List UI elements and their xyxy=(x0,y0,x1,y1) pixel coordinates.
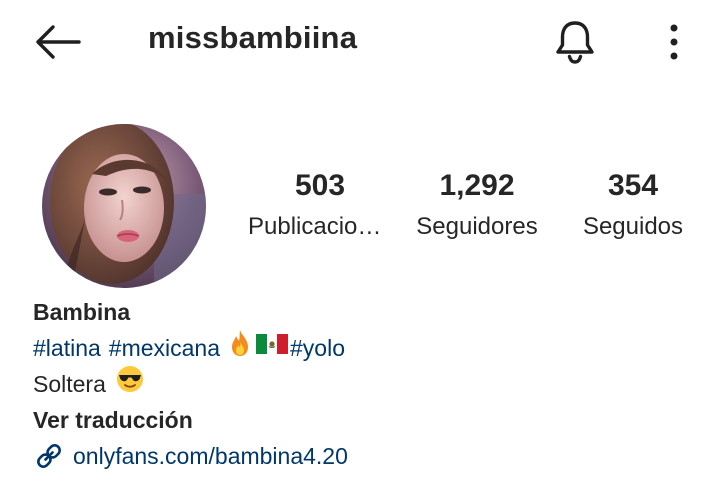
following-count: 354 xyxy=(607,169,659,202)
followers-count: 1,292 xyxy=(439,169,515,202)
hashtag-link[interactable]: #mexicana xyxy=(109,330,220,366)
top-bar: missbambiina xyxy=(0,0,720,84)
display-name: Bambina xyxy=(33,299,131,325)
hashtag-link[interactable]: #yolo xyxy=(290,330,345,366)
more-options-button[interactable] xyxy=(652,18,696,66)
bio-status-line: Soltera xyxy=(33,366,348,402)
bio-link-line: onlyfans.com/bambina4.20 xyxy=(33,438,348,474)
followers-count-stat[interactable]: 1,292 Seguidores xyxy=(406,166,548,244)
bio-translate-line: Ver traducción xyxy=(33,402,348,438)
fire-emoji-icon xyxy=(228,329,252,367)
more-vertical-icon xyxy=(670,24,678,60)
status-text: Soltera xyxy=(33,371,106,397)
profile-avatar[interactable] xyxy=(42,124,206,288)
see-translation-button[interactable]: Ver traducción xyxy=(33,402,193,438)
followers-label: Seguidores xyxy=(416,213,538,240)
back-button[interactable] xyxy=(30,20,84,64)
hashtag-link[interactable]: #latina xyxy=(33,330,101,366)
bio-name-line: Bambina xyxy=(33,294,348,330)
posts-label: Publicaciones xyxy=(248,213,392,240)
mexico-flag-icon xyxy=(256,330,289,366)
posts-count-stat[interactable]: 503 Publicaciones xyxy=(248,166,392,244)
arrow-left-icon xyxy=(36,25,81,59)
external-link[interactable]: onlyfans.com/bambina4.20 xyxy=(33,438,348,474)
sunglasses-emoji-icon xyxy=(116,365,144,403)
notifications-button[interactable] xyxy=(548,16,602,68)
external-link-text: onlyfans.com/bambina4.20 xyxy=(73,443,348,469)
posts-count: 503 xyxy=(294,169,346,202)
following-label: Seguidos xyxy=(582,213,684,240)
profile-bio: Bambina #latina #mexicana #yolo Soltera xyxy=(33,294,348,474)
following-count-stat[interactable]: 354 Seguidos xyxy=(574,166,692,244)
link-icon xyxy=(33,440,65,472)
bell-icon xyxy=(556,21,594,64)
profile-username: missbambiina xyxy=(148,20,358,55)
bio-hashtags-line: #latina #mexicana #yolo xyxy=(33,330,348,366)
